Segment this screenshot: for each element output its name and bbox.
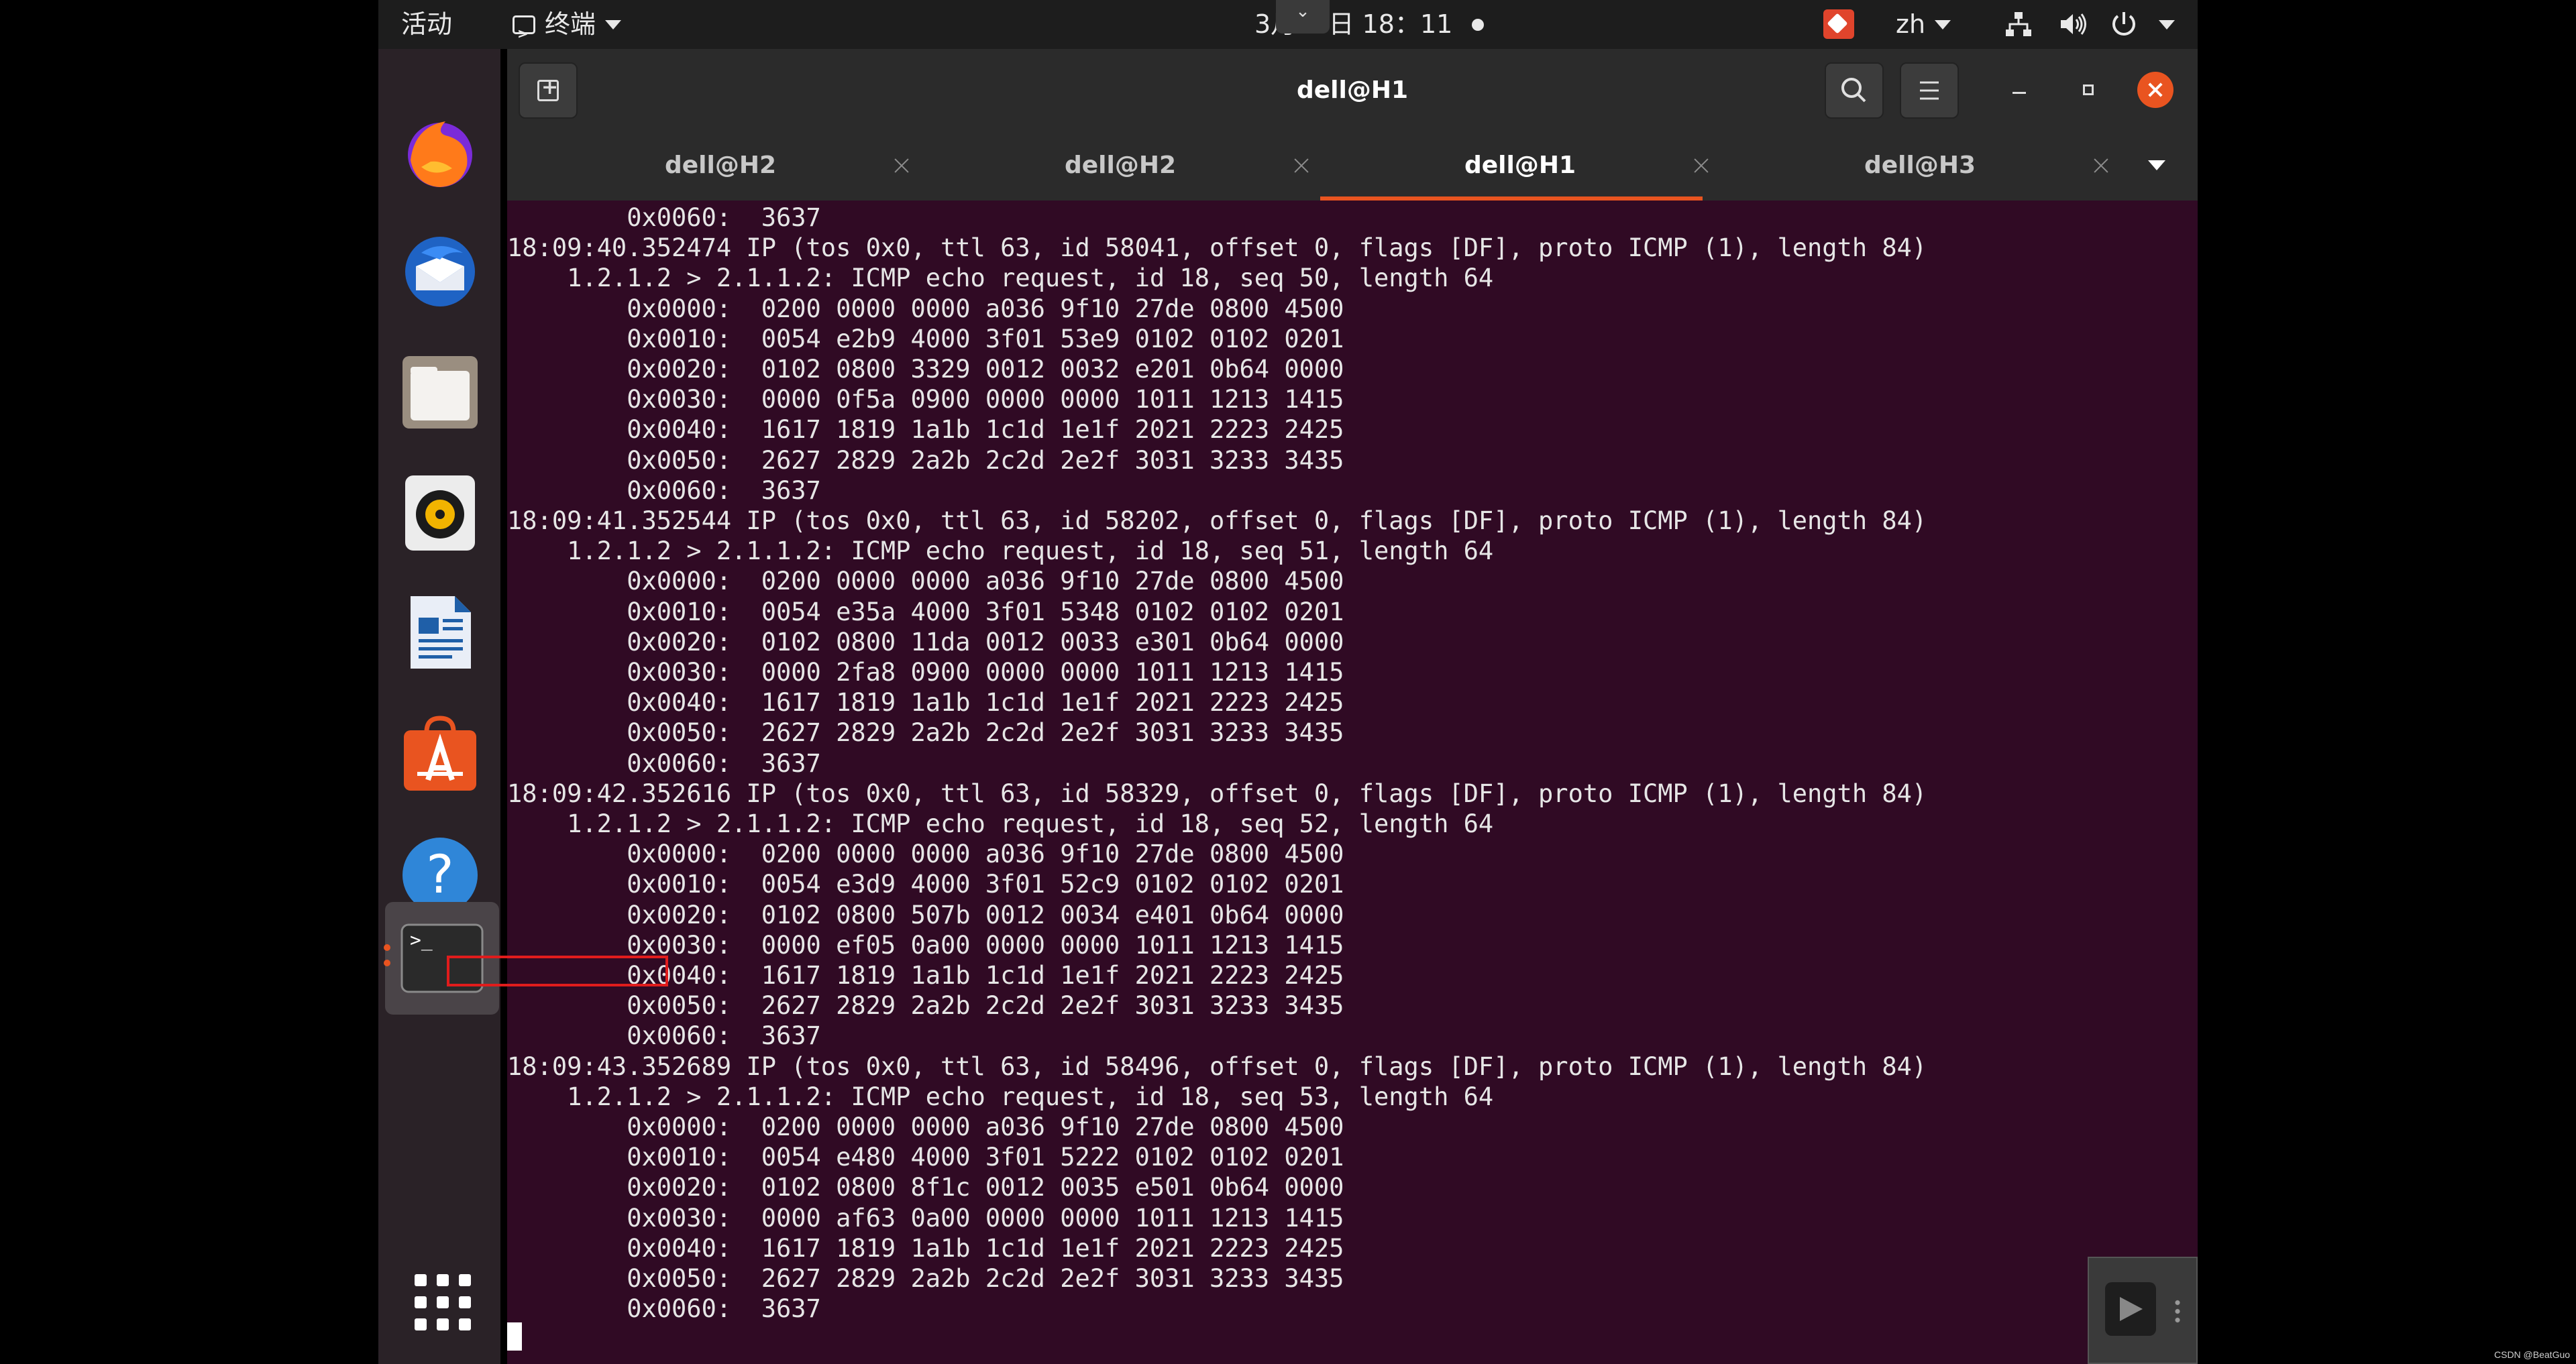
terminal-line: 18:09:43.352689 IP (tos 0x0, ttl 63, id … xyxy=(507,1052,1927,1081)
tab-label: dell@H2 xyxy=(1064,152,1177,179)
chevron-down-icon[interactable]: ⌄ xyxy=(1276,0,1330,34)
terminal-line: 18:09:40.352474 IP (tos 0x0, ttl 63, id … xyxy=(507,233,1927,263)
chevron-down-icon[interactable] xyxy=(2159,20,2175,30)
terminal-line: 0x0010: 0054 e480 4000 3f01 5222 0102 01… xyxy=(507,1143,1344,1172)
tab-dell-h2[interactable]: dell@H2 xyxy=(521,132,920,201)
floating-widget[interactable] xyxy=(2088,1257,2198,1364)
terminal-line: 1.2.1.2 > 2.1.1.2: ICMP echo request, id… xyxy=(507,536,1494,566)
svg-text:>_: >_ xyxy=(410,929,433,952)
search-icon xyxy=(1841,78,1866,103)
show-applications-icon[interactable] xyxy=(415,1274,471,1330)
terminal-line: 0x0020: 0102 0800 8f1c 0012 0035 e501 0b… xyxy=(507,1173,1344,1202)
terminal-line: 0x0000: 0200 0000 0000 a036 9f10 27de 08… xyxy=(507,567,1344,596)
close-icon[interactable] xyxy=(1292,156,1311,175)
terminal-line: 0x0020: 0102 0800 3329 0012 0032 e201 0b… xyxy=(507,355,1344,384)
terminal-line: 0x0000: 0200 0000 0000 a036 9f10 27de 08… xyxy=(507,840,1344,869)
terminal-output[interactable]: 0x0060: 3637 18:09:40.352474 IP (tos 0x0,… xyxy=(507,201,2198,1364)
terminal-line: 0x0020: 0102 0800 11da 0012 0033 e301 0b… xyxy=(507,627,1344,657)
terminal-line: 0x0060: 3637 xyxy=(507,1021,821,1051)
terminal-line: 0x0020: 0102 0800 507b 0012 0034 e401 0b… xyxy=(507,900,1344,929)
rhythmbox-icon[interactable] xyxy=(401,474,479,552)
highlight-box xyxy=(447,956,668,986)
top-bar: 活动 终端 3月10日 18：11 ⌄ zh xyxy=(378,0,2198,58)
tray-app-icon[interactable] xyxy=(1823,9,1854,39)
close-icon[interactable] xyxy=(1692,156,1711,175)
app-menu-label: 终端 xyxy=(545,9,596,39)
hamburger-menu-icon xyxy=(1920,81,1939,100)
volume-icon[interactable] xyxy=(2058,11,2088,38)
play-icon xyxy=(2105,1282,2156,1336)
terminal-line: 0x0000: 0200 0000 0000 a036 9f10 27de 08… xyxy=(507,294,1344,323)
network-icon[interactable] xyxy=(2004,11,2033,38)
running-indicator xyxy=(384,960,390,966)
new-tab-button[interactable] xyxy=(519,62,578,119)
tab-dell-h2[interactable]: dell@H2 xyxy=(920,132,1320,201)
terminal-line: 0x0050: 2627 2829 2a2b 2c2d 2e2f 3031 32… xyxy=(507,1264,1344,1293)
terminal-line: 0x0050: 2627 2829 2a2b 2c2d 2e2f 3031 32… xyxy=(507,445,1344,475)
terminal-line: 18:09:42.352616 IP (tos 0x0, ttl 63, id … xyxy=(507,779,1927,808)
close-icon[interactable] xyxy=(2092,156,2110,175)
terminal-line: 1.2.1.2 > 2.1.1.2: ICMP echo request, id… xyxy=(507,264,1494,293)
terminal-line: 0x0060: 3637 xyxy=(507,203,821,232)
tab-dell-h1[interactable]: dell@H1 xyxy=(1320,132,1720,201)
terminal-line: 0x0050: 2627 2829 2a2b 2c2d 2e2f 3031 32… xyxy=(507,718,1344,748)
terminal-line: 0x0030: 0000 0f5a 0900 0000 0000 1011 12… xyxy=(507,385,1344,414)
files-icon[interactable] xyxy=(401,353,479,431)
tab-label: dell@H2 xyxy=(664,152,777,179)
terminal-line: 1.2.1.2 > 2.1.1.2: ICMP echo request, id… xyxy=(507,1082,1494,1111)
watermark: CSDN @BeatGuo xyxy=(2494,1349,2571,1360)
terminal-line: 0x0060: 3637 xyxy=(507,475,821,505)
notification-dot-icon xyxy=(1472,19,1484,31)
input-method-label: zh xyxy=(1896,9,1926,39)
terminal-line: 0x0000: 0200 0000 0000 a036 9f10 27de 08… xyxy=(507,1113,1344,1141)
header-bar: dell@H1 xyxy=(507,49,2198,132)
running-indicator xyxy=(384,944,390,951)
terminal-line: 0x0060: 3637 xyxy=(507,1294,821,1324)
close-icon[interactable] xyxy=(892,156,911,175)
tab-bar: dell@H2 dell@H2 dell@H1 dell@H3 xyxy=(507,132,2198,201)
libreoffice-writer-icon[interactable] xyxy=(401,593,479,671)
thunderbird-icon[interactable] xyxy=(401,233,479,310)
terminal-line: 18:09:41.352544 IP (tos 0x0, ttl 63, id … xyxy=(507,506,1927,535)
tab-label: dell@H3 xyxy=(1864,152,1976,179)
svg-text:?: ? xyxy=(426,845,453,905)
terminal-cursor xyxy=(507,1322,522,1351)
chevron-down-icon xyxy=(1935,19,1951,30)
terminal-line: 0x0040: 1617 1819 1a1b 1c1d 1e1f 2021 22… xyxy=(507,688,1344,718)
terminal-line: 0x0010: 0054 e35a 4000 3f01 5348 0102 01… xyxy=(507,597,1344,626)
menu-button[interactable] xyxy=(1900,62,1959,119)
search-button[interactable] xyxy=(1825,62,1884,119)
close-button[interactable] xyxy=(2137,72,2174,108)
tabs-dropdown-icon[interactable] xyxy=(2148,160,2165,170)
terminal-line: 0x0040: 1617 1819 1a1b 1c1d 1e1f 2021 22… xyxy=(507,1233,1344,1263)
terminal-line: 0x0030: 0000 2fa8 0900 0000 0000 1011 12… xyxy=(507,658,1344,687)
terminal-line: 0x0010: 0054 e3d9 4000 3f01 52c9 0102 01… xyxy=(507,870,1344,899)
app-menu[interactable]: 终端 xyxy=(513,0,622,58)
terminal-small-icon xyxy=(513,9,535,58)
terminal-line: 0x0040: 1617 1819 1a1b 1c1d 1e1f 2021 22… xyxy=(507,415,1344,445)
maximize-button[interactable] xyxy=(2074,76,2104,105)
tab-label: dell@H1 xyxy=(1464,152,1576,179)
terminal-line: 0x0010: 0054 e2b9 4000 3f01 53e9 0102 01… xyxy=(507,324,1344,353)
terminal-line: 0x0030: 0000 af63 0a00 0000 0000 1011 12… xyxy=(507,1203,1344,1233)
ubuntu-software-icon[interactable] xyxy=(401,716,479,793)
terminal-line: 0x0050: 2627 2829 2a2b 2c2d 2e2f 3031 32… xyxy=(507,991,1344,1021)
firefox-icon[interactable] xyxy=(401,113,479,191)
drag-handle-icon[interactable] xyxy=(2175,1298,2180,1325)
input-method-menu[interactable]: zh xyxy=(1896,0,1951,49)
activities-button[interactable]: 活动 xyxy=(401,0,452,49)
terminal-line: 1.2.1.2 > 2.1.1.2: ICMP echo request, id… xyxy=(507,809,1494,838)
minimize-button[interactable] xyxy=(2004,76,2034,105)
tab-dell-h3[interactable]: dell@H3 xyxy=(1720,132,2120,201)
terminal-line: 0x0060: 3637 xyxy=(507,748,821,778)
chevron-down-icon xyxy=(605,19,622,30)
power-icon[interactable] xyxy=(2109,9,2139,39)
terminal-window: dell@H1 dell@H2 dell@H2 dell@H1 xyxy=(507,49,2198,1364)
dock: ? >_ xyxy=(378,49,500,1364)
